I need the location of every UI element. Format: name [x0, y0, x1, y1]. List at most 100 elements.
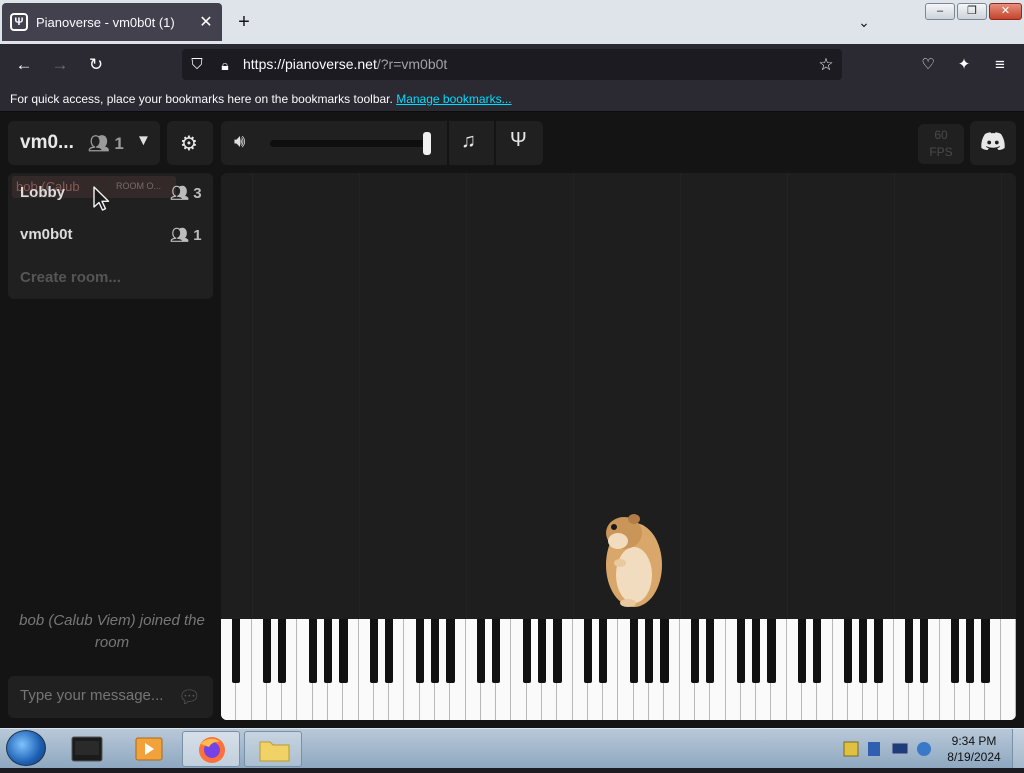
chat-message-input[interactable] — [20, 687, 170, 704]
bookmark-star-icon[interactable]: ☆ — [814, 54, 838, 76]
tab-title: Pianoverse - vm0b0t (1) — [36, 14, 175, 30]
visualizer-gridline — [680, 173, 681, 619]
discord-icon[interactable] — [981, 132, 1005, 150]
piano-black-key[interactable] — [767, 619, 776, 683]
bookmarks-hint: For quick access, place your bookmarks h… — [10, 92, 512, 106]
piano-black-key[interactable] — [553, 619, 562, 683]
piano-black-key[interactable] — [599, 619, 608, 683]
piano-black-key[interactable] — [323, 619, 333, 683]
users-icon: 👥︎ — [170, 227, 190, 244]
caret-down-icon[interactable]: ▼ — [136, 132, 151, 149]
new-tab-button[interactable]: + — [232, 10, 256, 34]
piano-black-key[interactable] — [369, 619, 379, 683]
gear-icon[interactable]: ⚙ — [180, 131, 198, 156]
piano-black-key[interactable] — [262, 619, 272, 683]
piano-black-key[interactable] — [904, 619, 914, 683]
piano-black-key[interactable] — [981, 619, 990, 683]
show-desktop-button[interactable] — [1012, 729, 1024, 768]
window-close-button[interactable]: ✕ — [989, 3, 1022, 20]
taskbar-file-explorer-icon[interactable] — [244, 731, 302, 767]
piano-black-key[interactable] — [920, 619, 929, 683]
visualizer-gridline — [359, 173, 360, 619]
piano-black-key[interactable] — [797, 619, 807, 683]
piano-black-key[interactable] — [644, 619, 654, 683]
volume-slider-handle[interactable] — [422, 132, 431, 155]
visualizer-gridline — [894, 173, 895, 619]
terminal-icon — [71, 736, 103, 762]
piano-black-key[interactable] — [537, 619, 547, 683]
users-icon: 👥︎ — [88, 134, 110, 153]
piano-black-key[interactable] — [950, 619, 960, 683]
divider — [447, 121, 449, 165]
piano-black-key[interactable] — [736, 619, 745, 683]
back-arrow-icon[interactable]: ← — [12, 54, 36, 76]
app-menu-hamburger-icon[interactable]: ≡ — [988, 54, 1012, 76]
visualizer-gridline — [1001, 173, 1002, 619]
visualizer-gridline — [466, 173, 467, 619]
visualizer-gridline — [573, 173, 574, 619]
forward-arrow-icon[interactable]: → — [48, 54, 72, 76]
piano-black-key[interactable] — [858, 619, 868, 683]
system-tray-icons[interactable] — [842, 740, 936, 758]
piano-black-key[interactable] — [446, 619, 455, 683]
piano-black-key[interactable] — [690, 619, 700, 683]
manage-bookmarks-link[interactable]: Manage bookmarks... — [396, 92, 511, 106]
fps-value: 60 — [934, 128, 948, 142]
piano-black-key[interactable] — [522, 619, 531, 683]
room-name: Lobby — [20, 184, 65, 201]
room-item-lobby[interactable]: Lobby — [20, 184, 65, 201]
clock-date[interactable]: 8/19/2024 — [942, 750, 1006, 764]
browser-tab-active[interactable]: Ψ Pianoverse - vm0b0t (1) ✕ — [2, 3, 222, 41]
fps-label: FPS — [929, 145, 953, 159]
piano-black-key[interactable] — [308, 619, 317, 683]
piano-keyboard[interactable] — [221, 619, 1016, 720]
room-item-vm0b0t[interactable]: vm0b0t — [20, 226, 73, 243]
piano-black-key[interactable] — [491, 619, 501, 683]
firefox-icon — [199, 737, 225, 763]
piano-black-key[interactable] — [965, 619, 975, 683]
piano-black-key[interactable] — [813, 619, 822, 683]
taskbar-firefox-icon[interactable] — [182, 731, 240, 767]
url-path: /?r=vm0b0t — [376, 56, 448, 72]
tooltip-room-label: ROOM O... — [116, 181, 161, 191]
piano-black-key[interactable] — [629, 619, 638, 683]
piano-black-key[interactable] — [476, 619, 486, 683]
taskbar-terminal-icon[interactable] — [58, 731, 116, 767]
lock-icon[interactable]: 🔒︎ — [213, 54, 237, 76]
taskbar-media-player-icon[interactable] — [120, 731, 178, 767]
piano-black-key[interactable] — [706, 619, 715, 683]
extensions-puzzle-icon[interactable]: ✦ — [952, 54, 976, 76]
piano-black-key[interactable] — [339, 619, 348, 683]
tab-close-icon[interactable]: ✕ — [196, 12, 216, 32]
piano-black-key[interactable] — [751, 619, 761, 683]
pocket-icon[interactable]: ♡ — [916, 54, 940, 76]
tracking-protection-shield-icon[interactable]: ⛉ — [185, 54, 209, 76]
clock-time[interactable]: 9:34 PM — [942, 734, 1006, 748]
piano-black-key[interactable] — [384, 619, 394, 683]
list-all-tabs-chevron-icon[interactable]: ⌄ — [852, 10, 876, 34]
piano-black-key[interactable] — [583, 619, 593, 683]
music-note-icon[interactable]: ♫ — [461, 130, 476, 153]
reload-icon[interactable]: ↻ — [84, 54, 108, 76]
piano-black-key[interactable] — [843, 619, 853, 683]
volume-icon[interactable]: 🔊︎ — [234, 131, 245, 152]
visualizer-gridline — [252, 173, 253, 619]
piano-white-key[interactable] — [1000, 619, 1016, 720]
chat-bubble-icon[interactable]: 💬︎ — [178, 687, 201, 708]
piano-black-key[interactable] — [277, 619, 287, 683]
piano-black-key[interactable] — [874, 619, 883, 683]
create-room-input[interactable]: Create room... — [20, 269, 121, 286]
start-button[interactable] — [6, 730, 46, 766]
users-icon: 👥︎ — [170, 185, 190, 202]
window-minimize-button[interactable]: – — [925, 3, 955, 20]
piano-black-key[interactable] — [660, 619, 669, 683]
usb-midi-icon[interactable]: Ψ — [510, 129, 527, 152]
pianoverse-favicon-icon: Ψ — [10, 13, 28, 31]
bookmarks-message: For quick access, place your bookmarks h… — [10, 92, 393, 106]
window-restore-button[interactable]: ❐ — [957, 3, 987, 20]
volume-slider[interactable] — [270, 140, 430, 147]
piano-black-key[interactable] — [415, 619, 424, 683]
piano-black-key[interactable] — [430, 619, 440, 683]
url-text[interactable]: https://pianoverse.net/?r=vm0b0t — [243, 56, 447, 72]
piano-black-key[interactable] — [232, 619, 241, 683]
